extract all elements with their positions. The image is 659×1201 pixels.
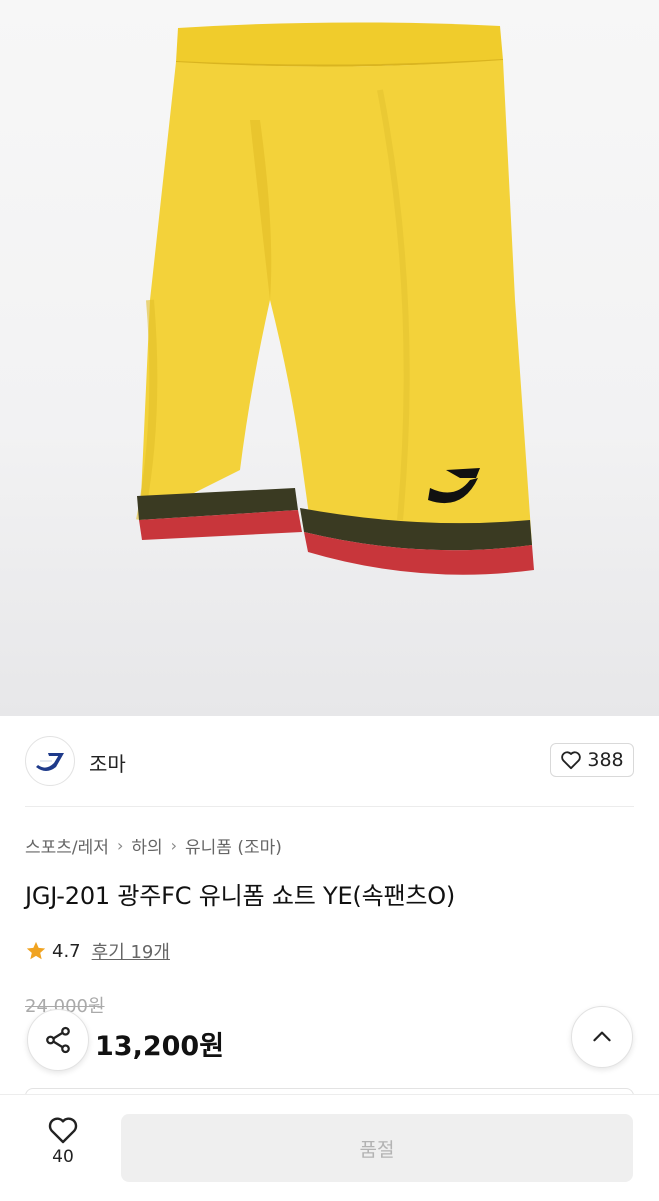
brand-name[interactable]: 조마	[89, 748, 126, 777]
rating-row: 4.7 후기 19개	[25, 938, 170, 964]
breadcrumb-item[interactable]: 스포츠/레저	[25, 833, 109, 858]
rating-value: 4.7	[52, 940, 81, 962]
wish-button[interactable]: 40	[28, 1115, 98, 1175]
sale-price: 13,200원	[95, 1031, 225, 1062]
breadcrumb: 스포츠/레저 › 하의 › 유니폼 (조마)	[25, 833, 282, 858]
star-icon	[26, 941, 46, 960]
chevron-right-icon: ›	[116, 836, 124, 855]
joma-logo-icon[interactable]	[25, 736, 75, 786]
wish-count: 40	[52, 1147, 74, 1167]
heart-icon	[561, 751, 582, 770]
product-image[interactable]	[0, 0, 659, 716]
scroll-top-button[interactable]	[571, 1006, 633, 1068]
product-title: JGJ-201 광주FC 유니폼 쇼트 YE(속팬츠O)	[25, 882, 456, 910]
breadcrumb-item[interactable]: 유니폼 (조마)	[185, 833, 282, 858]
heart-icon	[48, 1117, 78, 1144]
review-link[interactable]: 후기 19개	[92, 938, 170, 964]
brand-row: 조마 388	[25, 716, 634, 807]
soldout-button[interactable]: 품절	[121, 1114, 633, 1182]
brand-like-button[interactable]: 388	[550, 743, 634, 777]
like-count: 388	[587, 749, 624, 771]
shorts-illustration	[136, 22, 534, 575]
chevron-up-icon	[593, 1031, 611, 1042]
share-icon	[46, 1026, 70, 1054]
chevron-right-icon: ›	[170, 836, 178, 855]
breadcrumb-item[interactable]: 하의	[131, 833, 162, 858]
bottom-action-bar: 40 품절	[0, 1094, 659, 1201]
share-button[interactable]	[27, 1009, 89, 1071]
